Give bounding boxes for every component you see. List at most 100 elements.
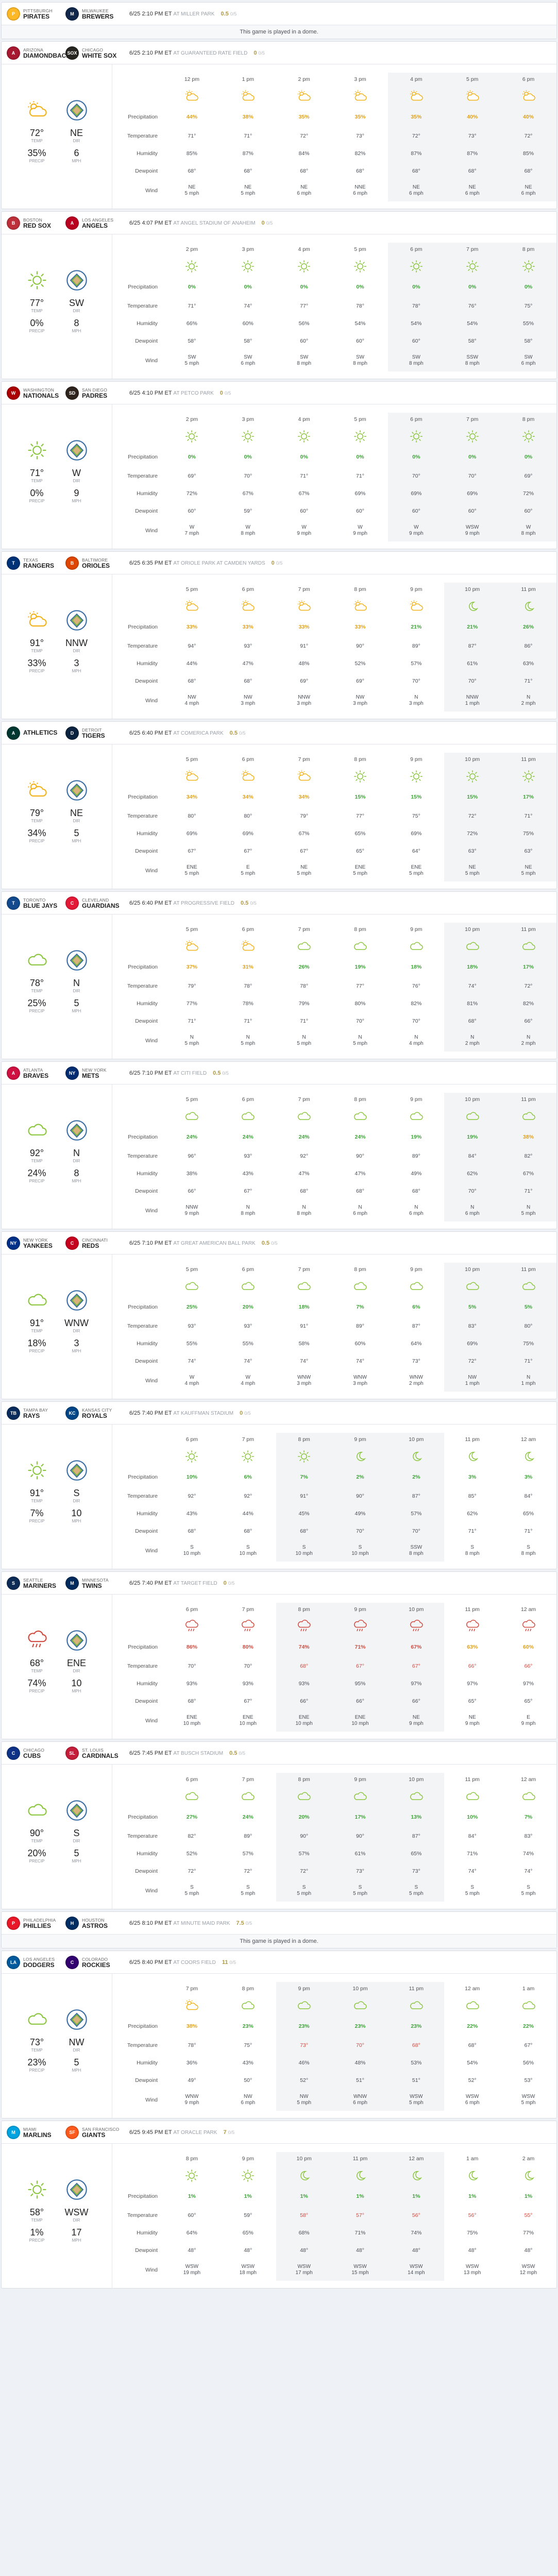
- home-team[interactable]: M MINNESOTA TWINS: [65, 1576, 121, 1590]
- away-team[interactable]: LA LOS ANGELES DODGERS: [7, 1955, 62, 1969]
- home-team[interactable]: D DETROIT TIGERS: [65, 726, 121, 740]
- game-header: TB TAMPA BAY RAYS KC KANSAS CITY ROYALS 6/25 7…: [2, 1402, 556, 1425]
- cloud-icon: [276, 1995, 332, 2016]
- wind-cell: NE 6 mph: [444, 180, 501, 201]
- hour-label: 8 pm: [276, 1773, 332, 1786]
- wind-cell: NE 9 mph: [388, 1710, 445, 1732]
- away-team[interactable]: M MIAMI MARLINS: [7, 2125, 62, 2139]
- game-forecast: 78° TEMP 25% PRECIP N DIR 5 MPH 5 pm 6 pm 7 pm 8 pm…: [2, 914, 556, 1059]
- summary-col-left: 73° TEMP 23% PRECIP: [19, 2038, 55, 2078]
- wind-cell: NE 6 mph: [500, 180, 556, 201]
- wind-direction: N: [414, 694, 418, 700]
- away-team[interactable]: S SEATTLE MARINERS: [7, 1576, 62, 1590]
- humidity-cell: 80%: [354, 1001, 366, 1007]
- cloud-sun-icon: [23, 606, 51, 634]
- ballpark-wind-icon: [63, 1286, 91, 1314]
- wind-cell: WSW 15 mph: [332, 2259, 388, 2281]
- wind-direction: W: [414, 524, 419, 530]
- temp-cell: 94°: [188, 643, 196, 649]
- precip-cell: 24%: [242, 1814, 253, 1820]
- home-team[interactable]: KC KANSAS CITY ROYALS: [65, 1406, 121, 1420]
- wind-cell: W8 mph: [220, 520, 276, 541]
- away-team[interactable]: A ATLANTA BRAVES: [7, 1066, 62, 1080]
- precip-cell: 38%: [186, 2023, 197, 2029]
- humidity-cell: 85%: [186, 150, 197, 157]
- dewpoint-cell: 68°: [276, 1522, 332, 1540]
- hour-label: 2 pm: [298, 76, 310, 82]
- sun-icon: [388, 256, 445, 277]
- game-forecast: 58° TEMP 1% PRECIP WSW DIR 17 MPH 8 pm 9 pm 10 pm 1…: [2, 2144, 556, 2288]
- home-team[interactable]: SOX CHICAGO WHITE SOX: [65, 46, 121, 60]
- wind-speed: 3 mph: [241, 701, 256, 706]
- cloud-icon: [23, 1286, 51, 1314]
- home-team-logo-icon: SF: [65, 2125, 79, 2139]
- temp-cell: 76°: [444, 297, 501, 315]
- wind-cell: S 10 mph: [332, 1540, 388, 1562]
- game-time-text: 6/25 6:40 PM ET: [129, 900, 172, 906]
- summary-mph-label: MPH: [72, 669, 81, 673]
- temp-cell: 70°: [244, 1663, 252, 1669]
- game-time-text: 6/25 4:10 PM ET: [129, 389, 172, 396]
- wind-cell: N5 mph: [332, 1030, 388, 1052]
- home-team[interactable]: H HOUSTON ASTROS: [65, 1916, 121, 1930]
- home-team-logo-icon: KC: [65, 1406, 79, 1420]
- summary-stats: 58° TEMP 1% PRECIP WSW DIR 17 MPH: [2, 2208, 112, 2248]
- away-team[interactable]: NY NEW YORK YANKEES: [7, 1236, 62, 1250]
- precip-cell: 5%: [500, 1297, 556, 1317]
- summary-col-right: NE DIR 6 MPH: [59, 128, 95, 168]
- humidity-cell: 61%: [332, 1845, 388, 1862]
- summary-precip-label: PRECIP: [29, 1349, 45, 1353]
- away-team[interactable]: C CHICAGO CUBS: [7, 1746, 62, 1760]
- wind-speed: 5 mph: [521, 2100, 536, 2106]
- summary-icons: [2, 1456, 112, 1484]
- row-label: Temperature: [127, 2212, 158, 2218]
- away-team-names: BOSTON RED SOX: [23, 217, 51, 229]
- wind-cell: S5 mph: [388, 1880, 445, 1902]
- away-team[interactable]: TB TAMPA BAY RAYS: [7, 1406, 62, 1420]
- precip-cell: 20%: [242, 1304, 253, 1310]
- away-team[interactable]: A ATHLETICS: [7, 726, 62, 740]
- home-team-name: ASTROS: [82, 1922, 108, 1929]
- wind-direction: SW: [300, 354, 309, 360]
- away-team[interactable]: T TEXAS RANGERS: [7, 556, 62, 570]
- wind-direction: N: [526, 694, 531, 700]
- away-team[interactable]: A ARIZONA DIAMONDBACKS: [7, 46, 75, 60]
- away-team-name: NATIONALS: [23, 392, 59, 399]
- home-team-name: PADRES: [82, 392, 108, 399]
- hour-label: 8 pm: [242, 1986, 254, 1992]
- home-team[interactable]: SD SAN DIEGO PADRES: [65, 386, 121, 400]
- home-team[interactable]: C COLORADO ROCKIES: [65, 1955, 121, 1969]
- humidity-cell: 72%: [500, 485, 556, 502]
- summary-mph-label: MPH: [72, 1179, 81, 1183]
- humidity-cell: 54%: [444, 315, 501, 332]
- cloud-icon: [23, 1116, 51, 1144]
- wind-cell: WSW 17 mph: [276, 2259, 332, 2281]
- temp-cell: 78°: [188, 2042, 196, 2048]
- away-team[interactable]: B BOSTON RED SOX: [7, 216, 62, 230]
- wind-direction: ENE: [411, 865, 422, 870]
- home-team[interactable]: SL ST. LOUIS CARDINALS: [65, 1746, 121, 1760]
- home-team[interactable]: C CLEVELAND GUARDIANS: [65, 896, 121, 910]
- wind-speed: 6 mph: [353, 2100, 367, 2106]
- temp-cell: 67°: [388, 1657, 445, 1675]
- dewpoint-cell: 68°: [356, 1188, 364, 1194]
- home-team[interactable]: B BALTIMORE ORIOLES: [65, 556, 121, 570]
- away-team[interactable]: P PHILADELPHIA PHILLIES: [7, 1916, 62, 1930]
- home-team[interactable]: C CINCINNATI REDS: [65, 1236, 121, 1250]
- dewpoint-cell: 71°: [300, 1018, 309, 1024]
- wind-speed: 4 mph: [409, 1041, 424, 1046]
- home-team[interactable]: M MILWAUKEE BREWERS: [65, 7, 121, 21]
- home-team[interactable]: NY NEW YORK METS: [65, 1066, 121, 1080]
- precip-cell: 19%: [411, 1134, 422, 1140]
- wind-cell: W8 mph: [500, 520, 556, 541]
- temp-cell: 59°: [244, 2212, 252, 2218]
- home-team[interactable]: A LOS ANGELES ANGELS: [65, 216, 121, 230]
- home-team[interactable]: SF SAN FRANCISCO GIANTS: [65, 2125, 121, 2139]
- wind-direction: S: [246, 1545, 250, 1550]
- away-team[interactable]: W WASHINGTON NATIONALS: [7, 386, 62, 400]
- precip-cell: 21%: [444, 617, 501, 637]
- away-team[interactable]: P PITTSBURGH PIRATES: [7, 7, 62, 21]
- hour-label: 4 pm: [298, 246, 310, 252]
- away-team[interactable]: T TORONTO BLUE JAYS: [7, 896, 62, 910]
- wind-speed: 4 mph: [241, 1381, 256, 1386]
